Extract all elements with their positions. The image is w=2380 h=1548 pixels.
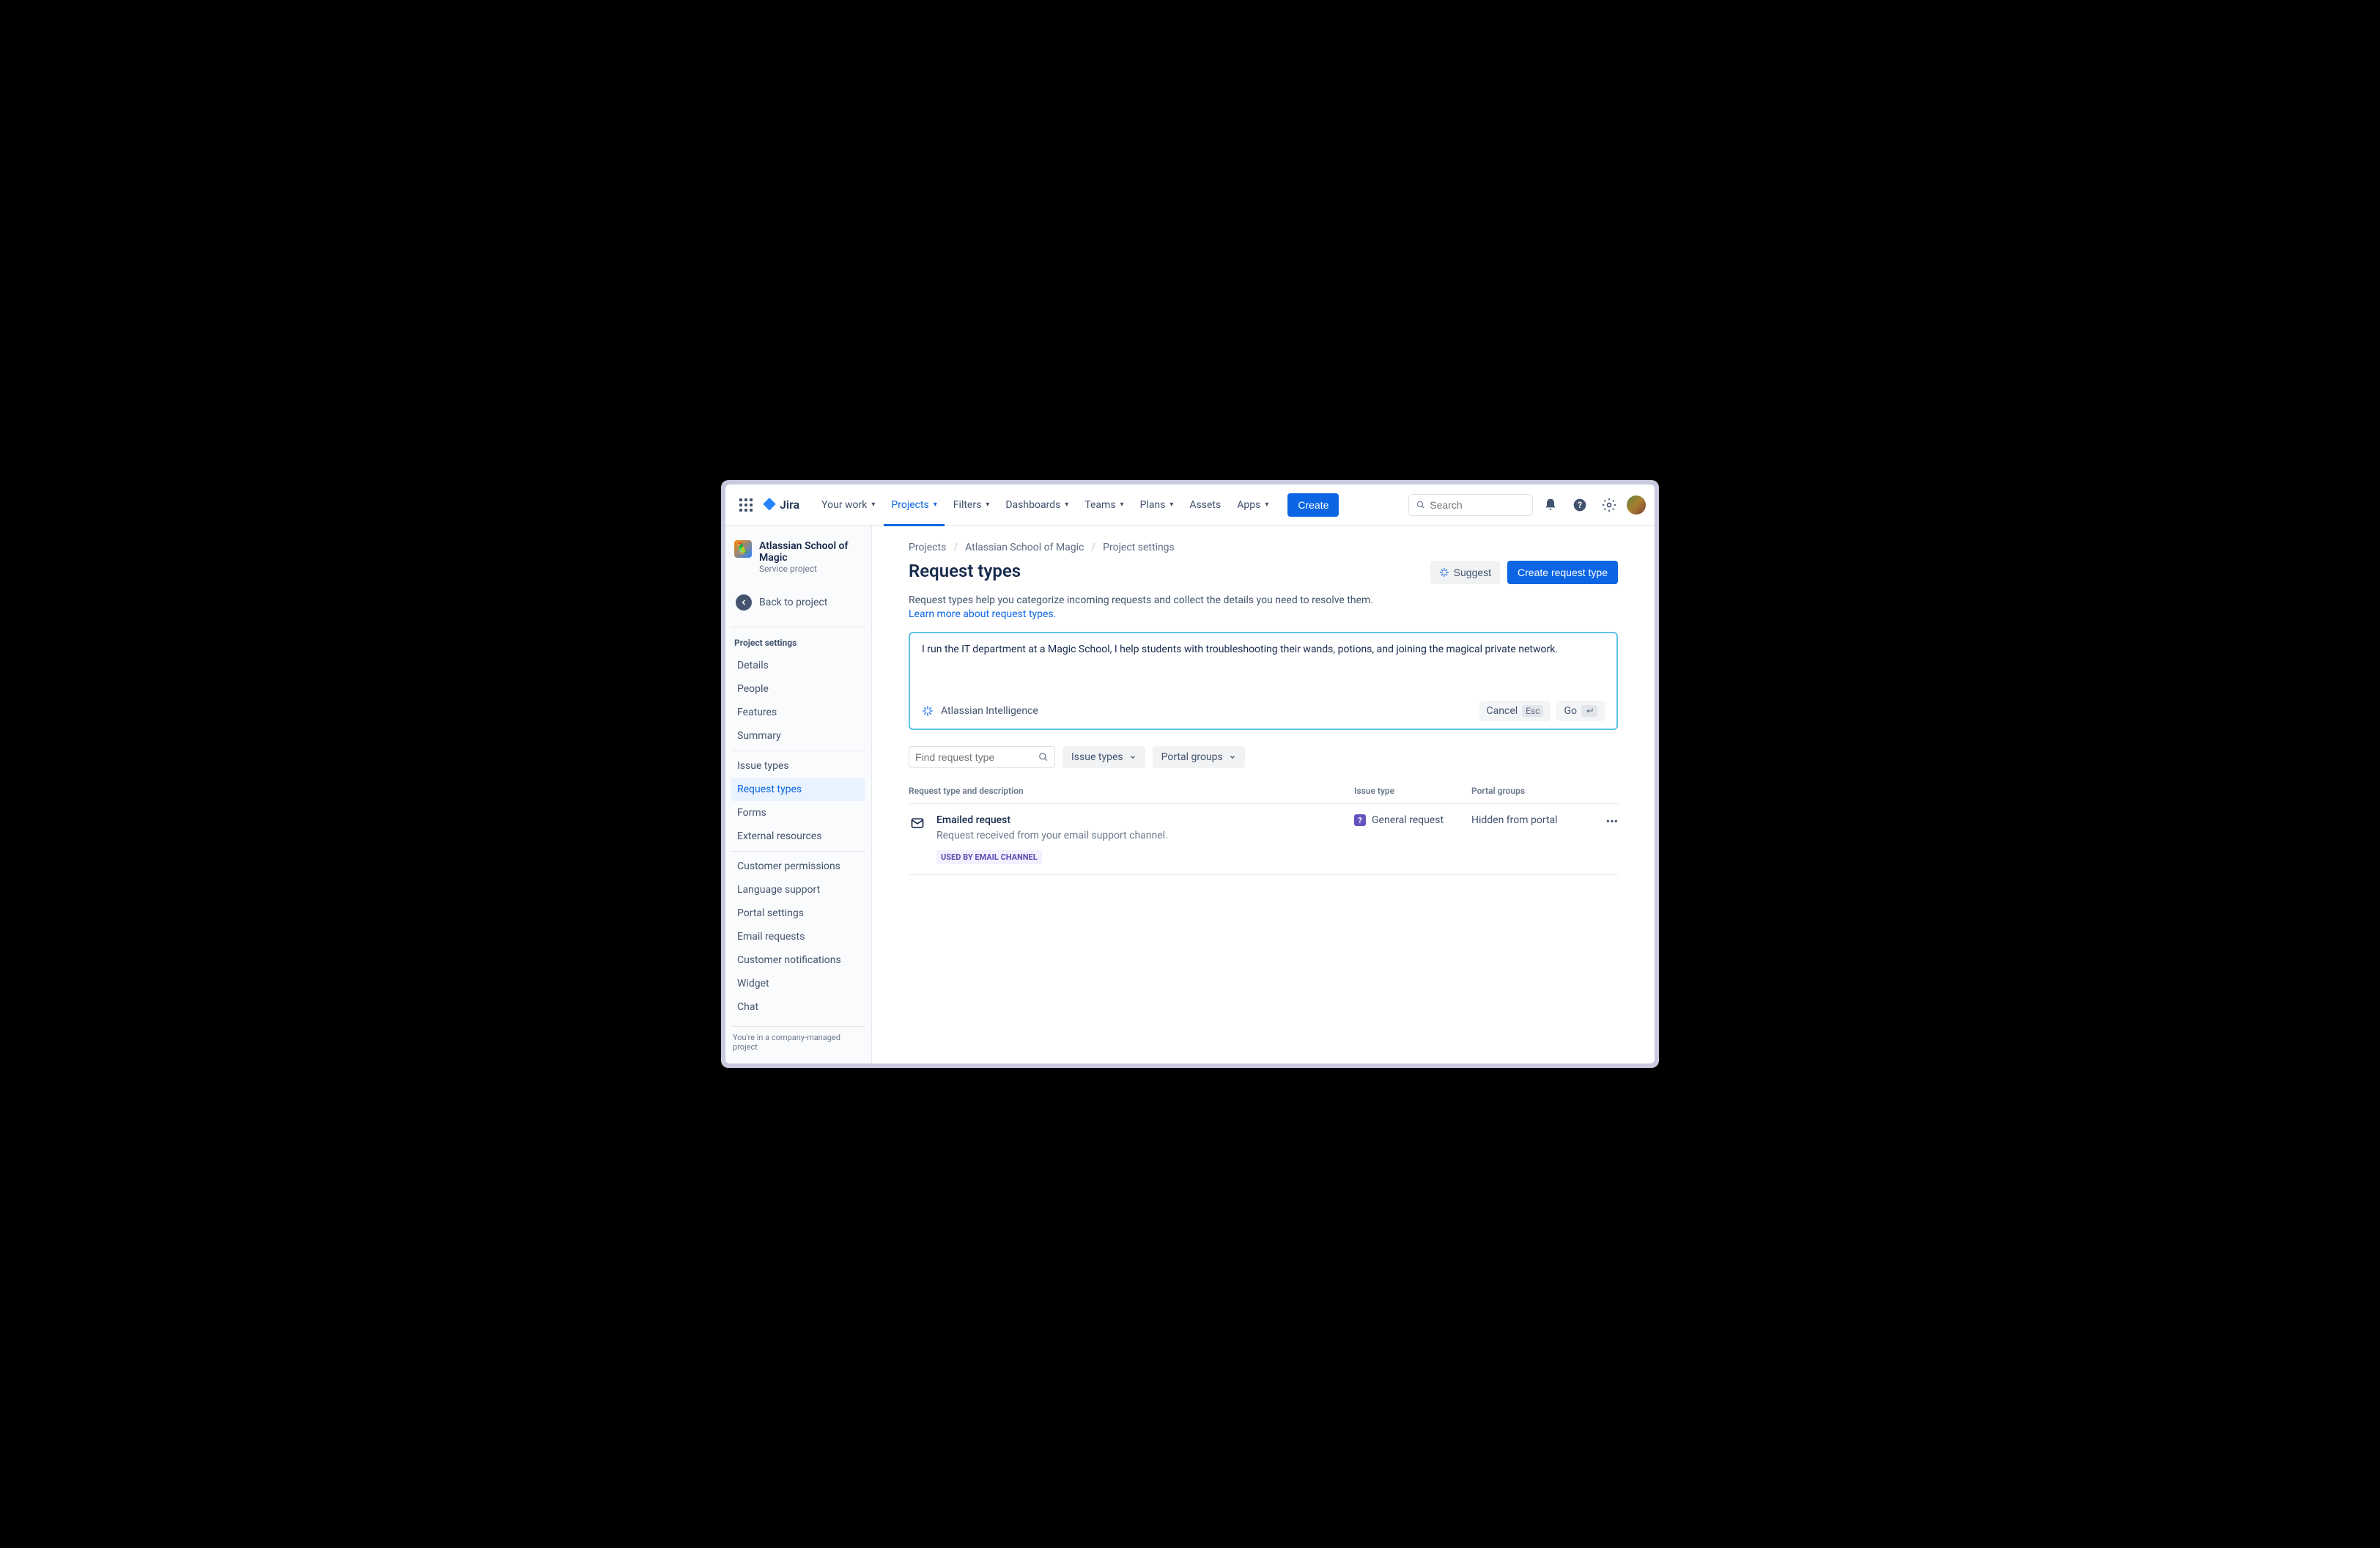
ai-cancel-button[interactable]: Cancel Esc xyxy=(1479,701,1551,721)
jira-logo[interactable]: Jira xyxy=(762,498,799,512)
col-header-portal: Portal groups xyxy=(1471,786,1589,796)
sparkle-icon xyxy=(1439,567,1449,578)
sidebar-item-language-support[interactable]: Language support xyxy=(731,878,865,902)
user-avatar[interactable] xyxy=(1627,495,1646,515)
issue-types-filter[interactable]: Issue types xyxy=(1062,746,1145,768)
row-actions-button[interactable]: ••• xyxy=(1589,814,1618,828)
request-type-description: Request received from your email support… xyxy=(936,830,1168,841)
col-header-name: Request type and description xyxy=(909,786,1354,796)
sidebar-item-chat[interactable]: Chat xyxy=(731,995,865,1019)
ai-prompt-box: I run the IT department at a Magic Schoo… xyxy=(909,632,1618,730)
back-to-project[interactable]: Back to project xyxy=(731,589,865,616)
ai-icon xyxy=(922,705,934,717)
back-label: Back to project xyxy=(759,597,827,608)
issue-type-icon: ? xyxy=(1354,814,1366,826)
sidebar-item-details[interactable]: Details xyxy=(731,654,865,677)
suggest-button[interactable]: Suggest xyxy=(1430,561,1500,584)
project-title: Atlassian School of Magic xyxy=(759,540,862,564)
nav-assets[interactable]: Assets xyxy=(1182,495,1228,515)
email-channel-badge: USED BY EMAIL CHANNEL xyxy=(936,850,1042,864)
create-button[interactable]: Create xyxy=(1287,493,1339,517)
breadcrumb-item[interactable]: Projects xyxy=(909,542,946,553)
chevron-down-icon: ▾ xyxy=(934,501,937,509)
issue-type-cell: ?General request xyxy=(1354,814,1471,826)
intro-text: Request types help you categorize incomi… xyxy=(909,594,1618,606)
sidebar-item-customer-notifications[interactable]: Customer notifications xyxy=(731,948,865,972)
enter-kbd xyxy=(1581,705,1597,717)
global-search[interactable] xyxy=(1408,494,1533,516)
request-type-name[interactable]: Emailed request xyxy=(936,814,1168,826)
create-request-type-button[interactable]: Create request type xyxy=(1507,561,1618,584)
search-icon xyxy=(1038,752,1049,762)
ai-go-button[interactable]: Go xyxy=(1556,701,1605,721)
table-row: Emailed request Request received from you… xyxy=(909,804,1618,875)
sidebar-item-people[interactable]: People xyxy=(731,677,865,701)
logo-text: Jira xyxy=(780,498,799,512)
breadcrumb-item[interactable]: Project settings xyxy=(1103,542,1175,553)
sidebar-item-external-resources[interactable]: External resources xyxy=(731,825,865,848)
nav-your-work[interactable]: Your work▾ xyxy=(814,495,882,515)
help-icon[interactable]: ? xyxy=(1568,493,1592,517)
chevron-down-icon: ▾ xyxy=(1120,501,1124,509)
chevron-down-icon xyxy=(1129,753,1137,761)
nav-projects[interactable]: Projects▾ xyxy=(884,495,944,515)
search-icon xyxy=(1416,500,1425,510)
sidebar-item-customer-permissions[interactable]: Customer permissions xyxy=(731,855,865,878)
email-icon xyxy=(909,814,926,832)
chevron-down-icon: ▾ xyxy=(1065,501,1068,509)
col-header-issue: Issue type xyxy=(1354,786,1471,796)
chevron-down-icon: ▾ xyxy=(871,501,875,509)
portal-groups-filter[interactable]: Portal groups xyxy=(1153,746,1245,768)
sidebar-item-issue-types[interactable]: Issue types xyxy=(731,754,865,778)
nav-filters[interactable]: Filters▾ xyxy=(946,495,997,515)
sidebar-item-widget[interactable]: Widget xyxy=(731,972,865,995)
sidebar-item-summary[interactable]: Summary xyxy=(731,724,865,748)
portal-group-cell: Hidden from portal xyxy=(1471,814,1589,826)
nav-teams[interactable]: Teams▾ xyxy=(1077,495,1131,515)
sidebar-item-forms[interactable]: Forms xyxy=(731,801,865,825)
back-arrow-icon xyxy=(736,594,752,611)
settings-icon[interactable] xyxy=(1597,493,1621,517)
learn-more-link[interactable]: Learn more about request types. xyxy=(909,608,1618,620)
sidebar-item-features[interactable]: Features xyxy=(731,701,865,724)
sidebar-footer: You're in a company-managed project xyxy=(731,1026,865,1058)
esc-kbd: Esc xyxy=(1522,705,1543,717)
svg-text:?: ? xyxy=(1578,500,1582,510)
project-icon: 🦜 xyxy=(734,540,752,558)
table-header: Request type and description Issue type … xyxy=(909,786,1618,804)
chevron-down-icon xyxy=(1229,753,1236,761)
sidebar-item-email-requests[interactable]: Email requests xyxy=(731,925,865,948)
notifications-icon[interactable] xyxy=(1539,493,1562,517)
breadcrumb-item[interactable]: Atlassian School of Magic xyxy=(965,542,1084,553)
chevron-down-icon: ▾ xyxy=(986,501,989,509)
nav-apps[interactable]: Apps▾ xyxy=(1230,495,1276,515)
find-request-type-input[interactable] xyxy=(915,751,1018,763)
project-header: 🦜 Atlassian School of Magic Service proj… xyxy=(731,540,865,586)
project-subtitle: Service project xyxy=(759,564,862,574)
sidebar-section-title: Project settings xyxy=(731,630,865,654)
chevron-down-icon: ▾ xyxy=(1265,501,1268,509)
breadcrumb: Projects/Atlassian School of Magic/Proje… xyxy=(909,542,1618,553)
app-switcher-icon[interactable] xyxy=(734,493,758,517)
nav-plans[interactable]: Plans▾ xyxy=(1133,495,1181,515)
search-input[interactable] xyxy=(1430,499,1525,511)
ai-brand: Atlassian Intelligence xyxy=(922,705,1038,717)
chevron-down-icon: ▾ xyxy=(1169,501,1173,509)
ai-input-text[interactable]: I run the IT department at a Magic Schoo… xyxy=(922,644,1605,690)
find-request-type-search[interactable] xyxy=(909,746,1055,768)
nav-dashboards[interactable]: Dashboards▾ xyxy=(998,495,1076,515)
sidebar-item-request-types[interactable]: Request types xyxy=(731,778,865,801)
sidebar-item-portal-settings[interactable]: Portal settings xyxy=(731,902,865,925)
page-title: Request types xyxy=(909,561,1021,581)
